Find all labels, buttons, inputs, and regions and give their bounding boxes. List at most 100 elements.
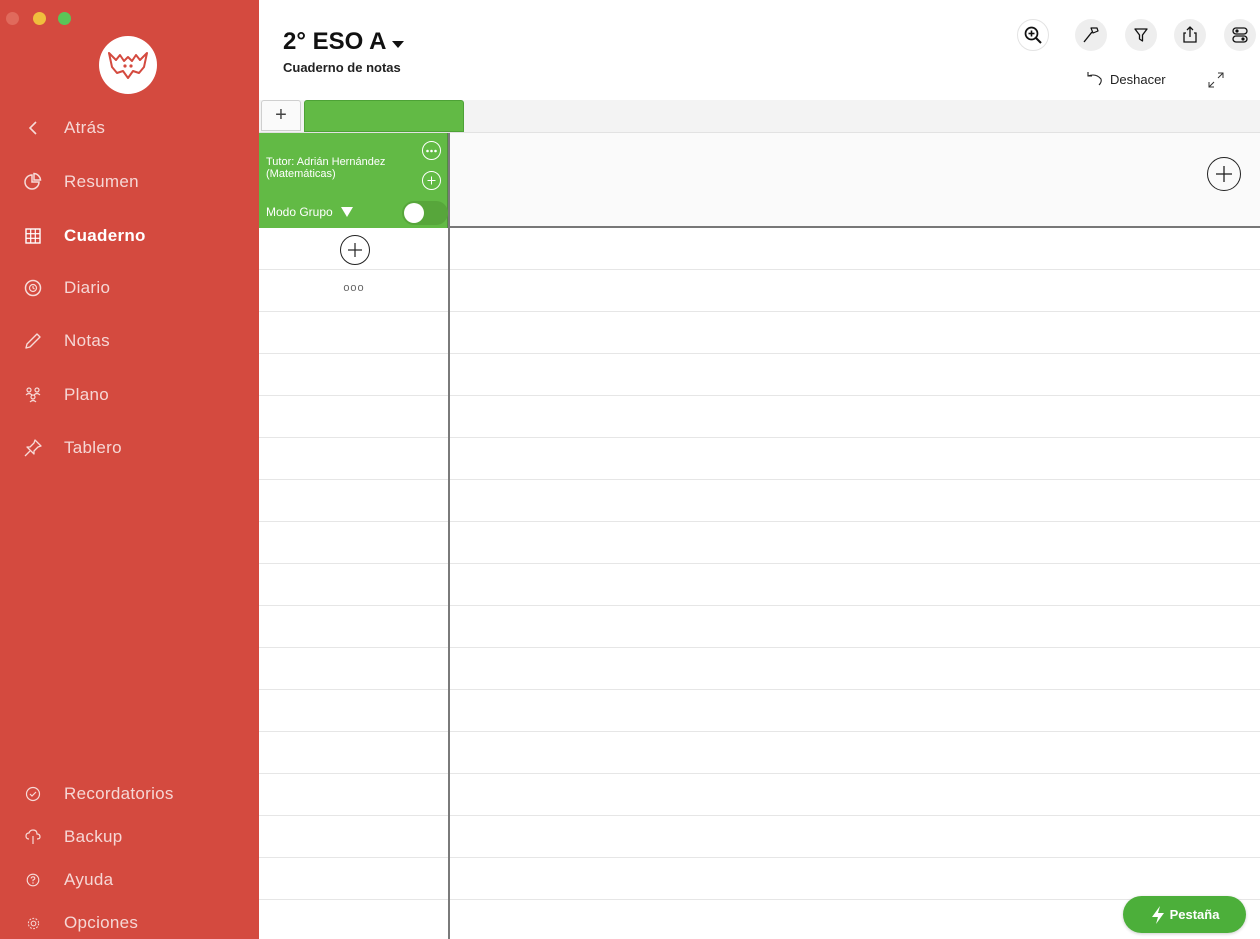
help-icon	[22, 869, 44, 891]
sidebar-item-plano[interactable]: Plano	[0, 375, 259, 415]
minimize-window-button[interactable]	[33, 12, 46, 25]
check-circle-icon	[22, 783, 44, 805]
table-row	[259, 858, 1260, 900]
undo-button[interactable]: Deshacer	[1084, 71, 1166, 87]
undo-icon	[1087, 72, 1102, 86]
close-window-button[interactable]	[6, 12, 19, 25]
toggle-knob	[404, 203, 424, 223]
group-mode-dropdown[interactable]: Modo Grupo	[266, 205, 353, 219]
sidebar: Atrás Resumen Cuaderno Diario Notas Plan…	[0, 0, 259, 939]
cloud-icon	[22, 826, 44, 848]
sidebar-item-label: Atrás	[64, 118, 106, 137]
sidebar-item-label: Recordatorios	[64, 784, 174, 803]
quick-tab-label: Pestaña	[1169, 907, 1220, 922]
sidebar-item-resumen[interactable]: Resumen	[0, 162, 259, 202]
expand-button[interactable]	[1206, 70, 1226, 90]
sidebar-item-label: Tablero	[64, 438, 122, 457]
table-row	[259, 480, 1260, 522]
sidebar-item-backup[interactable]: Backup	[0, 817, 259, 857]
plus-icon	[1216, 166, 1232, 182]
table-row	[259, 690, 1260, 732]
sidebar-item-atras[interactable]: Atrás	[0, 108, 259, 148]
class-selector[interactable]: 2° ESO A	[283, 28, 405, 56]
table-row	[259, 732, 1260, 774]
sidebar-item-label: Cuaderno	[64, 226, 146, 245]
expand-icon	[1208, 72, 1224, 88]
sidebar-item-ayuda[interactable]: Ayuda	[0, 860, 259, 900]
filter-button[interactable]	[1125, 19, 1157, 51]
chevron-left-icon	[22, 117, 44, 139]
sidebar-item-label: Diario	[64, 278, 111, 297]
tutor-label: Tutor: Adrián Hernández (Matemáticas)	[266, 156, 386, 180]
clock-bubble-icon	[22, 277, 44, 299]
toggles-icon	[1232, 27, 1248, 43]
add-tab-button[interactable]: +	[261, 100, 301, 131]
grid-icon	[22, 225, 44, 247]
sidebar-item-cuaderno[interactable]: Cuaderno	[0, 216, 259, 256]
triangle-down-icon	[340, 207, 353, 217]
hammer-icon	[1083, 27, 1099, 43]
undo-label: Deshacer	[1110, 71, 1166, 87]
sidebar-item-label: Plano	[64, 385, 109, 404]
columns-header	[449, 133, 1260, 228]
table-row	[259, 438, 1260, 480]
table-row	[259, 312, 1260, 354]
table-row	[259, 774, 1260, 816]
add-student-button[interactable]	[422, 171, 441, 190]
table-row	[259, 816, 1260, 858]
share-button[interactable]	[1174, 19, 1206, 51]
app-logo-icon	[99, 36, 157, 94]
group-mode-label: Modo Grupo	[266, 205, 333, 219]
student-cell[interactable]: ooo	[259, 270, 449, 311]
sidebar-item-diario[interactable]: Diario	[0, 268, 259, 308]
filter-icon	[1134, 28, 1148, 42]
chevron-down-icon	[392, 40, 405, 48]
sidebar-item-recordatorios[interactable]: Recordatorios	[0, 774, 259, 814]
sidebar-item-label: Resumen	[64, 172, 139, 191]
sidebar-item-opciones[interactable]: Opciones	[0, 903, 259, 939]
zoom-in-icon	[1024, 26, 1042, 44]
tab-bar: +	[259, 100, 1260, 133]
column-divider	[448, 133, 450, 939]
table-row	[259, 522, 1260, 564]
settings-toggle-button[interactable]	[1224, 19, 1256, 51]
plus-icon	[348, 243, 362, 257]
pin-icon	[22, 437, 44, 459]
zoom-in-button[interactable]	[1017, 19, 1049, 51]
sidebar-item-label: Opciones	[64, 913, 139, 932]
table-row	[259, 354, 1260, 396]
table-row	[259, 648, 1260, 690]
plus-icon	[427, 176, 436, 185]
student-cell	[259, 228, 449, 269]
people-icon	[22, 384, 44, 406]
ellipsis-icon	[426, 149, 437, 152]
table-row	[259, 564, 1260, 606]
add-column-button[interactable]	[1207, 157, 1241, 191]
maximize-window-button[interactable]	[58, 12, 71, 25]
more-rows-indicator[interactable]: ooo	[259, 282, 449, 294]
quick-tab-button[interactable]: Pestaña	[1123, 896, 1246, 933]
pencil-icon	[22, 330, 44, 352]
table-row	[259, 900, 1260, 939]
sidebar-item-notas[interactable]: Notas	[0, 321, 259, 361]
tab-group[interactable]	[304, 100, 464, 132]
pie-chart-icon	[22, 171, 44, 193]
gear-icon	[22, 912, 44, 934]
page-header: 2° ESO A Cuaderno de notas	[283, 28, 405, 75]
more-options-button[interactable]	[422, 141, 441, 160]
gradebook-grid: ooo	[259, 228, 1260, 939]
app-window: Atrás Resumen Cuaderno Diario Notas Plan…	[0, 0, 1260, 939]
group-mode-toggle[interactable]	[402, 201, 448, 225]
tools-button[interactable]	[1075, 19, 1107, 51]
sidebar-item-tablero[interactable]: Tablero	[0, 428, 259, 468]
group-header-card[interactable]: Tutor: Adrián Hernández (Matemáticas) Mo…	[259, 133, 449, 228]
sidebar-item-label: Notas	[64, 331, 110, 350]
table-row	[259, 228, 1260, 270]
page-title: 2° ESO A	[283, 28, 387, 55]
lightning-icon	[1151, 905, 1164, 924]
table-row: ooo	[259, 270, 1260, 312]
sidebar-item-label: Ayuda	[64, 870, 114, 889]
add-row-button[interactable]	[340, 235, 370, 265]
sidebar-item-label: Backup	[64, 827, 123, 846]
page-subtitle: Cuaderno de notas	[283, 60, 401, 75]
